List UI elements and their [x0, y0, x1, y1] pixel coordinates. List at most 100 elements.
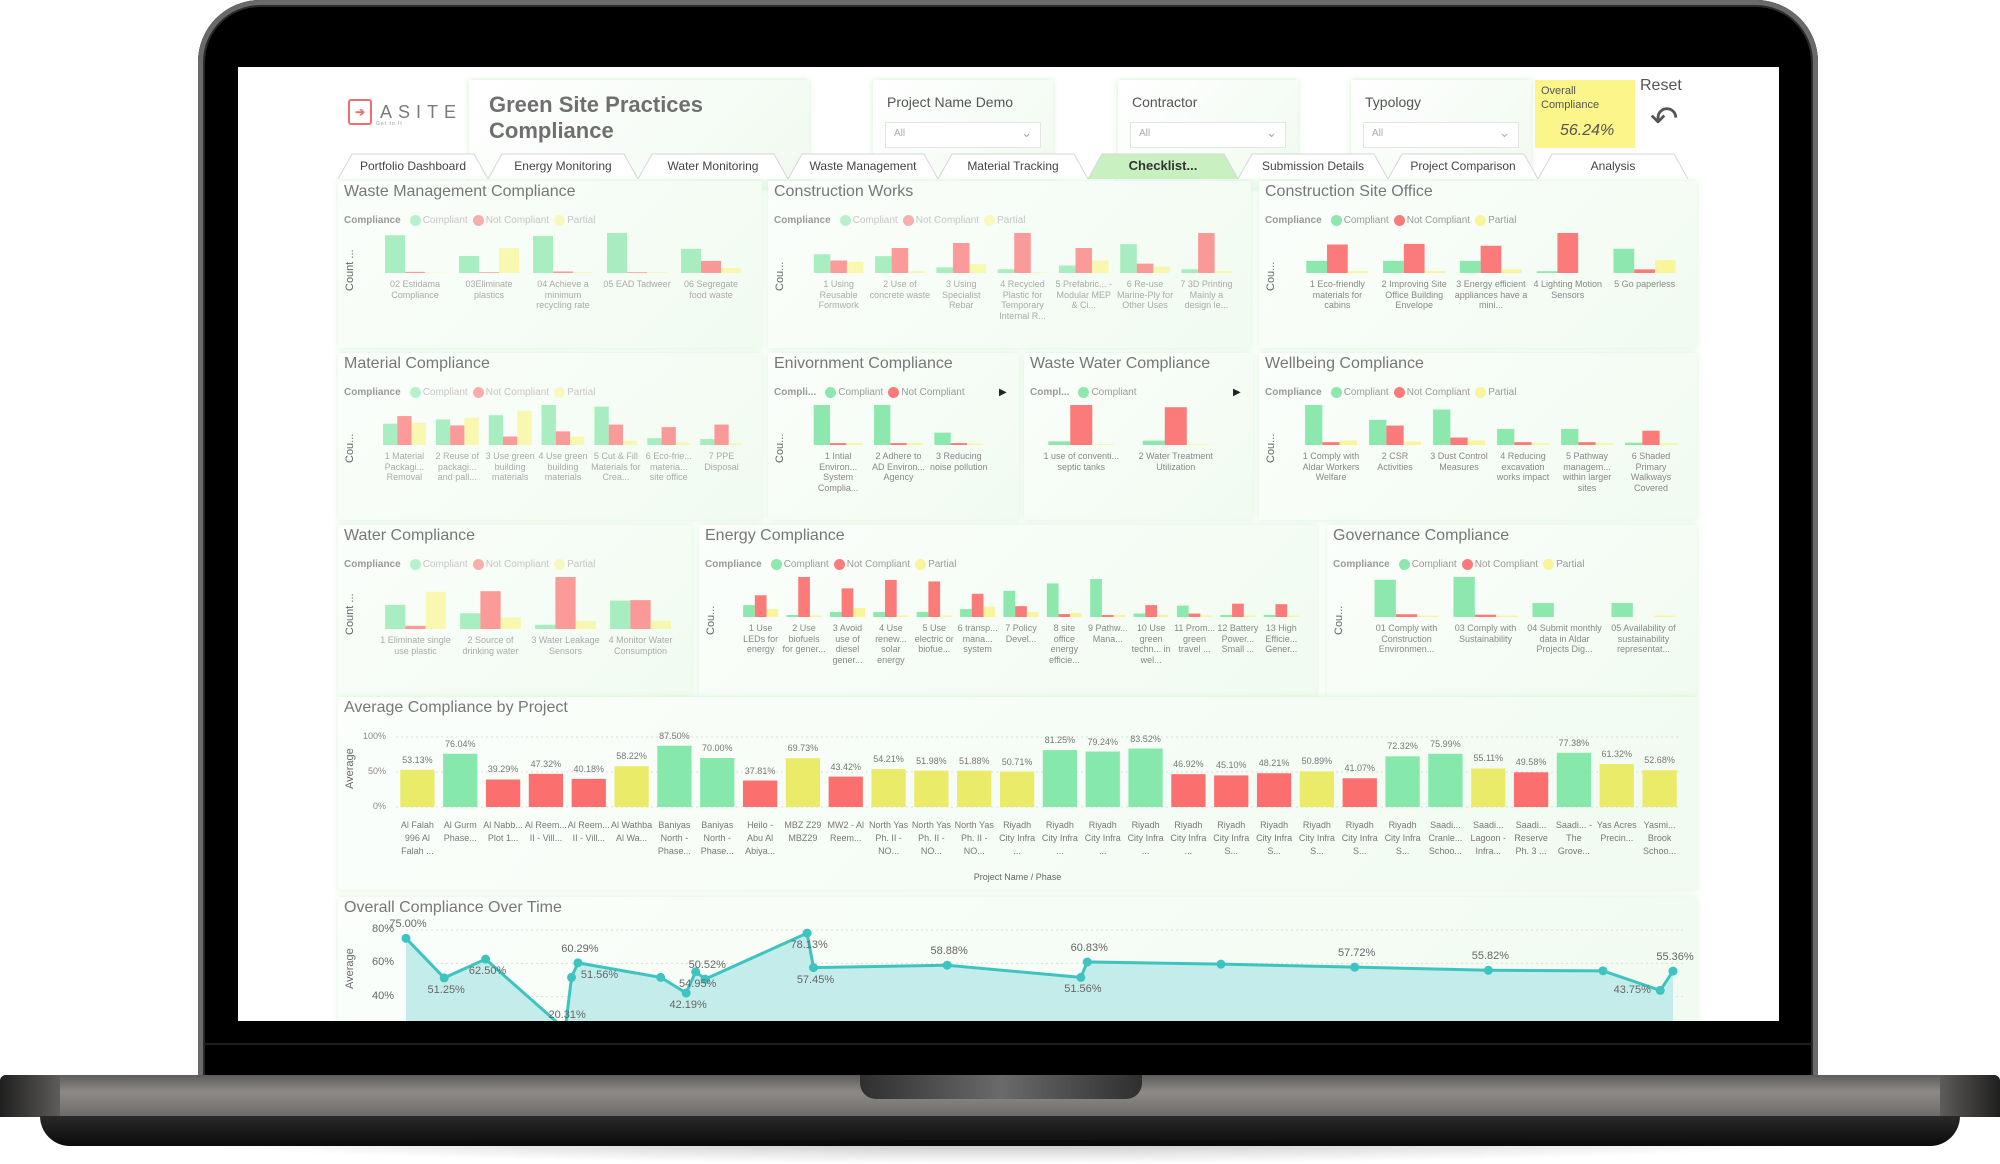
- x-tick-label: Riyadh City Infra S...: [1213, 820, 1250, 856]
- bar-not-compliant: [1015, 606, 1027, 617]
- bar-partial: [1424, 271, 1446, 273]
- data-point: [942, 960, 952, 970]
- bar-compliant: [594, 406, 609, 445]
- laptop-notch: [860, 1075, 1142, 1099]
- x-tick-label: 10 Use green techn... in wel...: [1131, 623, 1171, 665]
- bar-compliant: [1613, 248, 1635, 273]
- data-label: 87.50%: [659, 730, 690, 741]
- undo-arrow-icon: ↶: [1650, 100, 1679, 138]
- bar-partial: [966, 443, 984, 445]
- panel-construction-site-office: Construction Site Office Compliance Compli…: [1259, 181, 1697, 348]
- data-point: [1082, 957, 1092, 967]
- x-tick-label: 4 Recycled Plastic for Temporary Interna…: [999, 279, 1046, 321]
- bar-partial: [646, 272, 667, 273]
- logo-tagline: Get to It: [376, 121, 403, 127]
- tab-analysis[interactable]: Analysis: [1538, 153, 1688, 179]
- data-point: [481, 954, 491, 964]
- reset-button[interactable]: Reset ↶: [1640, 77, 1690, 147]
- data-label: 37.81%: [744, 765, 776, 776]
- bar-compliant: [916, 612, 929, 617]
- bar-chart: [1305, 405, 1677, 445]
- tab-energy-monitoring[interactable]: Energy Monitoring: [488, 153, 638, 179]
- bar-not-compliant: [1450, 437, 1468, 445]
- bar-compliant: [1181, 269, 1199, 273]
- tab-submission-details[interactable]: Submission Details: [1238, 153, 1388, 179]
- x-tick-label: 04 Submit monthly data in Aldar Projects…: [1527, 623, 1602, 654]
- bar-compliant: [1497, 429, 1515, 445]
- x-tick-label: 3 Using Specialist Rebar: [941, 279, 981, 310]
- average-compliance-bar-chart: [396, 736, 1681, 808]
- bar-not-compliant: [841, 588, 854, 617]
- bar-project: [1214, 775, 1249, 807]
- bar-not-compliant: [627, 272, 647, 273]
- bar-compliant: [385, 604, 406, 629]
- data-label: 58.88%: [930, 945, 968, 958]
- bar-not-compliant: [952, 243, 970, 273]
- bar-compliant: [873, 612, 885, 617]
- bar-not-compliant: [1634, 269, 1655, 273]
- bar-not-compliant: [884, 579, 897, 617]
- bar-not-compliant: [701, 260, 721, 273]
- x-tick-label: 3 Avoid use of diesel gener...: [832, 623, 863, 665]
- tab-label: Checklist...: [1128, 158, 1198, 173]
- bar-project: [528, 773, 564, 807]
- bar-partial: [1654, 260, 1676, 273]
- x-tick-label: 1 Intial Environ... System Complia...: [817, 451, 859, 493]
- bar-partial: [1654, 615, 1676, 617]
- bar-compliant: [1433, 409, 1451, 445]
- data-label: 42.19%: [669, 999, 707, 1012]
- data-label: 40.18%: [573, 763, 604, 774]
- contractor-dropdown[interactable]: All ⌄: [1130, 122, 1286, 148]
- bar-not-compliant: [1014, 233, 1031, 273]
- bar-compliant: [1383, 260, 1404, 273]
- x-tick-label: Riyadh City Infra ...: [1084, 820, 1121, 856]
- bar-compliant: [535, 624, 556, 629]
- bar-project: [1299, 771, 1335, 807]
- logo-text: ASITE: [380, 101, 463, 122]
- tab-waste-management[interactable]: Waste Management: [788, 153, 938, 179]
- data-point: [802, 928, 812, 938]
- y-axis-label: Average: [344, 948, 356, 989]
- data-label: 57.45%: [796, 973, 835, 986]
- bar-not-compliant: [503, 436, 518, 445]
- slicer-label: Contractor: [1132, 94, 1198, 110]
- data-label: 77.38%: [1558, 737, 1590, 748]
- tab-material-tracking[interactable]: Material Tracking: [938, 153, 1088, 179]
- tab-project-comparison[interactable]: Project Comparison: [1388, 153, 1538, 179]
- typology-dropdown[interactable]: All ⌄: [1363, 122, 1519, 148]
- bar-compliant: [875, 256, 892, 273]
- bar-chart: [1048, 405, 1209, 445]
- bar-project: [957, 770, 992, 807]
- x-tick-label: Al Wathba Al Wa...: [610, 820, 653, 843]
- bar-compliant: [1090, 578, 1102, 617]
- bar-not-compliant: [1198, 233, 1215, 273]
- tab-water-monitoring[interactable]: Water Monitoring: [638, 153, 788, 179]
- tab-checklist[interactable]: Checklist...: [1088, 153, 1238, 179]
- tab-portfolio-dashboard[interactable]: Portfolio Dashboard: [338, 153, 488, 179]
- laptop-shadow: [150, 1140, 1850, 1164]
- bar-partial: [846, 261, 864, 273]
- bar-compliant: [786, 615, 799, 617]
- data-point: [1216, 959, 1226, 969]
- bar-chart: [385, 233, 741, 273]
- bar-compliant: [647, 438, 662, 445]
- bar-partial: [1214, 271, 1232, 273]
- x-tick-label: Baniyas North - Phase...: [657, 820, 691, 856]
- x-tick-label: 4 Use green building materials: [538, 451, 588, 482]
- bar-partial: [1531, 443, 1549, 445]
- bar-project: [871, 769, 906, 807]
- chevron-down-icon: ⌄: [1499, 125, 1510, 140]
- x-tick-label: MW2 - Al Reem...: [827, 820, 864, 843]
- bar-compliant: [1142, 440, 1165, 445]
- bar-compliant: [459, 256, 480, 273]
- data-point: [439, 973, 449, 983]
- bar-partial: [1092, 444, 1115, 445]
- data-label: 60.29%: [561, 942, 599, 955]
- x-tick-label: Yas Acres Precin...: [1596, 820, 1637, 843]
- project-name-dropdown[interactable]: All ⌄: [885, 122, 1041, 148]
- bar-partial: [498, 248, 519, 273]
- bar-project: [700, 758, 735, 807]
- data-label: 57.72%: [1338, 947, 1376, 960]
- bar-partial: [1070, 613, 1082, 617]
- bar-partial: [1026, 612, 1039, 617]
